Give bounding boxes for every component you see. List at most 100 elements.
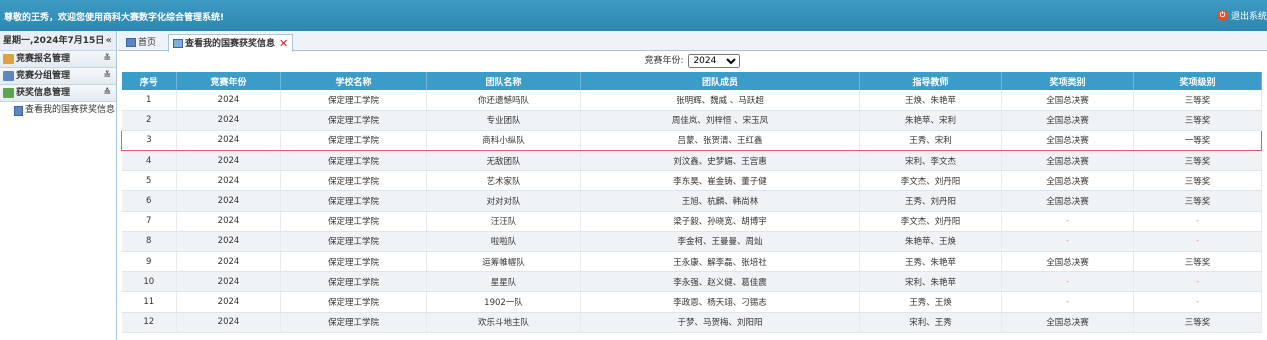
col-award-type: 全国总决赛: [1001, 110, 1134, 131]
sidebar-group-label: 竞赛分组管理: [16, 70, 71, 81]
col-team: 无敌团队: [426, 150, 581, 172]
sidebar-group-label: 获奖信息管理: [16, 87, 71, 98]
sidebar-item-my-awards[interactable]: 查看我的国赛获奖信息: [0, 102, 116, 119]
sidebar-group-registration[interactable]: 竞赛报名管理 ≚: [0, 51, 116, 68]
table-row[interactable]: 12 2024 保定理工学院 欢乐斗地主队 于梦、马贺梅、刘阳阳 宋利、王秀 全国总决赛 三等…: [121, 312, 1262, 333]
col-teacher: 李文杰、刘丹阳: [859, 211, 1002, 232]
col-award-type: 全国总决赛: [1001, 312, 1134, 333]
col-team: 你还遗憾吗队: [426, 90, 581, 111]
col-school: 保定理工学院: [280, 251, 427, 273]
col-award-level: -: [1133, 231, 1262, 253]
award-icon: [3, 88, 14, 98]
logout-button[interactable]: ⏻ 退出系统: [1216, 9, 1267, 22]
year-select[interactable]: 2024: [688, 54, 741, 68]
col-team: 1902一队: [426, 291, 581, 313]
col-school: 保定理工学院: [280, 90, 427, 111]
col-school: 保定理工学院: [280, 231, 427, 253]
tab-home[interactable]: 首页: [122, 34, 160, 51]
col-teacher: 王秀、王焕: [859, 291, 1002, 313]
col-year: 2024: [176, 312, 281, 333]
col-school: 保定理工学院: [280, 170, 427, 192]
col-members: 王永康、解李磊、张培社: [580, 251, 860, 273]
logout-label: 退出系统: [1230, 12, 1267, 22]
col-index: 7: [121, 211, 177, 232]
tab-bar: 首页 查看我的国赛获奖信息 ✕: [118, 31, 1267, 52]
col-teacher: 宋利、王秀: [859, 312, 1002, 333]
table-row[interactable]: 4 2024 保定理工学院 无敌团队 刘汶鑫、史梦媚、王宫惠 宋利、李文杰 全国总决赛 三等奖: [121, 150, 1262, 172]
sidebar-group-awards[interactable]: 获奖信息管理 ≙: [0, 85, 116, 102]
table-row[interactable]: 7 2024 保定理工学院 汪汪队 梁子毅、孙晓宽、胡博宇 李文杰、刘丹阳 - -: [121, 211, 1262, 232]
collapse-sidebar-icon[interactable]: «: [106, 31, 112, 51]
col-award-level: 三等奖: [1133, 90, 1262, 111]
col-index: 2: [121, 110, 177, 131]
col-teacher: 宋利、李文杰: [859, 150, 1002, 172]
table-header-row: 序号 竞赛年份 学校名称 团队名称 团队成员 指导教师 奖项类别 奖项级别: [121, 72, 1262, 90]
col-school: 保定理工学院: [280, 190, 427, 212]
col-teacher: 朱艳苹、宋利: [859, 110, 1002, 131]
sidebar-item-label: 查看我的国赛获奖信息: [25, 105, 116, 115]
col-teacher-header: 指导教师: [859, 72, 1002, 90]
col-award-level: -: [1133, 271, 1262, 293]
col-school: 保定理工学院: [280, 291, 427, 313]
table-row[interactable]: 11 2024 保定理工学院 1902一队 李政恩、杨天翊、刁锡志 王秀、王焕 - -: [121, 291, 1262, 313]
col-members-header: 团队成员: [580, 72, 860, 90]
col-index: 4: [121, 150, 177, 172]
col-teacher: 宋利、朱艳苹: [859, 271, 1002, 293]
year-filter: 竞赛年份: 2024: [118, 53, 1267, 70]
col-index: 8: [121, 231, 177, 253]
col-award-type-header: 奖项类别: [1001, 72, 1134, 90]
col-members: 周佳岚、刘梓恒 、宋玉凤: [580, 110, 860, 131]
col-year: 2024: [176, 129, 281, 152]
col-award-level: 三等奖: [1133, 170, 1262, 192]
col-team-header: 团队名称: [426, 72, 581, 90]
col-year: 2024: [176, 90, 281, 111]
col-award-type: 全国总决赛: [1001, 90, 1134, 111]
col-index-header: 序号: [121, 72, 177, 90]
table-row[interactable]: 1 2024 保定理工学院 你还遗憾吗队 张明辉、魏威 、马跃超 王焕、朱艳苹 全国总决赛三…: [121, 90, 1262, 111]
table-row[interactable]: 8 2024 保定理工学院 啦啦队 李金柯、王曼曼、周灿 朱艳苹、王焕 - -: [121, 231, 1262, 253]
col-year: 2024: [176, 150, 281, 172]
col-team: 运筹帷幄队: [426, 251, 581, 273]
col-team: 商科小纵队: [426, 129, 581, 152]
col-award-level-header: 奖项级别: [1133, 72, 1262, 90]
sidebar-date: 星期一,2024年7月15日 «: [0, 31, 116, 51]
col-school: 保定理工学院: [280, 110, 427, 131]
col-teacher: 朱艳苹、王焕: [859, 231, 1002, 253]
col-year: 2024: [176, 170, 281, 192]
col-team: 汪汪队: [426, 211, 581, 232]
tab-label: 查看我的国赛获奖信息: [185, 38, 276, 49]
col-team: 专业团队: [426, 110, 581, 131]
power-icon: ⏻: [1216, 10, 1228, 21]
sidebar-group-grouping[interactable]: 竞赛分组管理 ≚: [0, 68, 116, 85]
table-row[interactable]: 5 2024 保定理工学院 艺术家队 李东昊、崔金铸、董子健 李文杰、刘丹阳 全国总决赛 三等…: [121, 170, 1262, 192]
window-icon: [173, 39, 183, 48]
table-row[interactable]: 6 2024 保定理工学院 对对对队 王旭、杭麟、韩尚林 王秀、刘丹阳 全国总决赛 三等奖: [121, 190, 1262, 212]
col-award-level: 三等奖: [1133, 312, 1262, 333]
col-school: 保定理工学院: [280, 211, 427, 232]
expand-icon: ≚: [103, 71, 111, 81]
table-row[interactable]: 9 2024 保定理工学院 运筹帷幄队 王永康、解李磊、张培社 王秀、朱艳苹 全国总决赛 三等…: [121, 251, 1262, 273]
col-year: 2024: [176, 231, 281, 253]
col-members: 张明辉、魏威 、马跃超: [580, 90, 860, 111]
table-row[interactable]: 10 2024 保定理工学院 星星队 李永强、赵义健、葛佳震 宋利、朱艳苹 - -: [121, 271, 1262, 293]
collapse-icon: ≙: [103, 88, 111, 98]
col-members: 李东昊、崔金铸、董子健: [580, 170, 860, 192]
table-row[interactable]: 3 2024 保定理工学院 商科小纵队 吕蒙、张贺清、王红鑫 王秀、宋利 全国总决赛 一等奖: [121, 129, 1262, 152]
col-index: 1: [121, 90, 177, 111]
close-icon[interactable]: ✕: [279, 36, 288, 52]
col-team: 艺术家队: [426, 170, 581, 192]
col-award-level: 三等奖: [1133, 150, 1262, 172]
col-teacher: 王秀、刘丹阳: [859, 190, 1002, 212]
col-school: 保定理工学院: [280, 150, 427, 172]
awards-table: 序号 竞赛年份 学校名称 团队名称 团队成员 指导教师 奖项类别 奖项级别 1 2024 保定理工…: [121, 72, 1262, 333]
col-award-type: 全国总决赛: [1001, 150, 1134, 172]
col-index: 10: [121, 271, 177, 293]
tab-my-awards[interactable]: 查看我的国赛获奖信息 ✕: [168, 34, 294, 52]
sidebar-group-label: 竞赛报名管理: [16, 53, 71, 64]
col-index: 3: [121, 129, 177, 152]
col-members: 王旭、杭麟、韩尚林: [580, 190, 860, 212]
year-filter-label: 竞赛年份:: [644, 56, 684, 66]
col-award-type: -: [1001, 291, 1134, 313]
table-row[interactable]: 2 2024 保定理工学院 专业团队 周佳岚、刘梓恒 、宋玉凤 朱艳苹、宋利 全国总决赛 三等…: [121, 110, 1262, 131]
col-year-header: 竞赛年份: [176, 72, 281, 90]
